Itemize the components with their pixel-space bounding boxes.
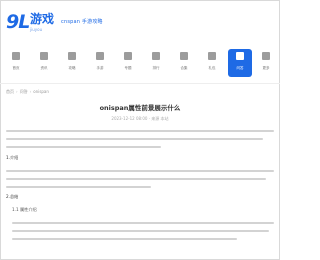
nav-item-label: 礼包: [208, 66, 216, 70]
nav-item-label: 资讯: [40, 66, 48, 70]
gamepad-icon: [96, 52, 104, 60]
list-item: 1.1 属性介绍: [12, 207, 37, 212]
nav-item-label: 排行: [152, 66, 160, 70]
nav-item-label: 手游: [96, 66, 104, 70]
site-logo-subtitle: jiuyou: [30, 27, 43, 32]
nav-item-guide[interactable]: 攻略: [58, 49, 86, 77]
breadcrumb-section[interactable]: 问答: [20, 89, 28, 94]
ranking-icon: [152, 52, 160, 60]
nav-item-label: 专题: [124, 66, 132, 70]
nav-item-games[interactable]: 手游: [86, 49, 114, 77]
section-heading: 2.总结: [6, 194, 19, 199]
article-paragraph: [6, 130, 274, 154]
section-heading: 1.介绍: [6, 155, 19, 160]
site-logo-name[interactable]: 游戏: [30, 13, 54, 26]
more-icon: [262, 52, 270, 60]
article-meta: 2023-12-12 08:00 · 来源 本站: [111, 116, 169, 121]
nav-item-news[interactable]: 资讯: [30, 49, 58, 77]
nav-item-home[interactable]: 首页: [2, 49, 30, 77]
nav-item-label: 合集: [180, 66, 188, 70]
site-logo[interactable]: 9L: [6, 12, 30, 32]
header-tagline: cnspan 手游攻略: [61, 19, 103, 25]
grid-icon: [124, 52, 132, 60]
category-nav: 首页 资讯 攻略 手游 专题 排行 合集 礼包 问答 更多: [2, 49, 278, 77]
nav-item-label: 问答: [236, 66, 244, 70]
nav-item-more[interactable]: 更多: [254, 49, 278, 77]
gift-icon: [208, 52, 216, 60]
article-paragraph: [12, 222, 274, 246]
site-header: 9L 游戏 jiuyou cnspan 手游攻略: [6, 12, 274, 36]
folder-icon: [180, 52, 188, 60]
nav-item-ranking[interactable]: 排行: [142, 49, 170, 77]
question-icon: [236, 52, 244, 60]
nav-divider: [0, 83, 280, 84]
nav-item-gifts[interactable]: 礼包: [198, 49, 226, 77]
home-icon: [12, 52, 20, 60]
breadcrumb-home[interactable]: 首页: [6, 89, 14, 94]
book-icon: [68, 52, 76, 60]
nav-item-label: 攻略: [68, 66, 76, 70]
nav-item-label: 更多: [262, 66, 270, 70]
breadcrumb: 首页 › 问答 › onispan: [6, 89, 49, 94]
breadcrumb-current: onispan: [33, 89, 49, 94]
article-paragraph: [6, 170, 274, 194]
nav-item-label: 首页: [12, 66, 20, 70]
nav-item-collection[interactable]: 合集: [170, 49, 198, 77]
news-icon: [40, 52, 48, 60]
nav-item-topics[interactable]: 专题: [114, 49, 142, 77]
nav-item-qa[interactable]: 问答: [228, 49, 252, 77]
article-title: onispan属性前景展示什么: [99, 104, 181, 112]
